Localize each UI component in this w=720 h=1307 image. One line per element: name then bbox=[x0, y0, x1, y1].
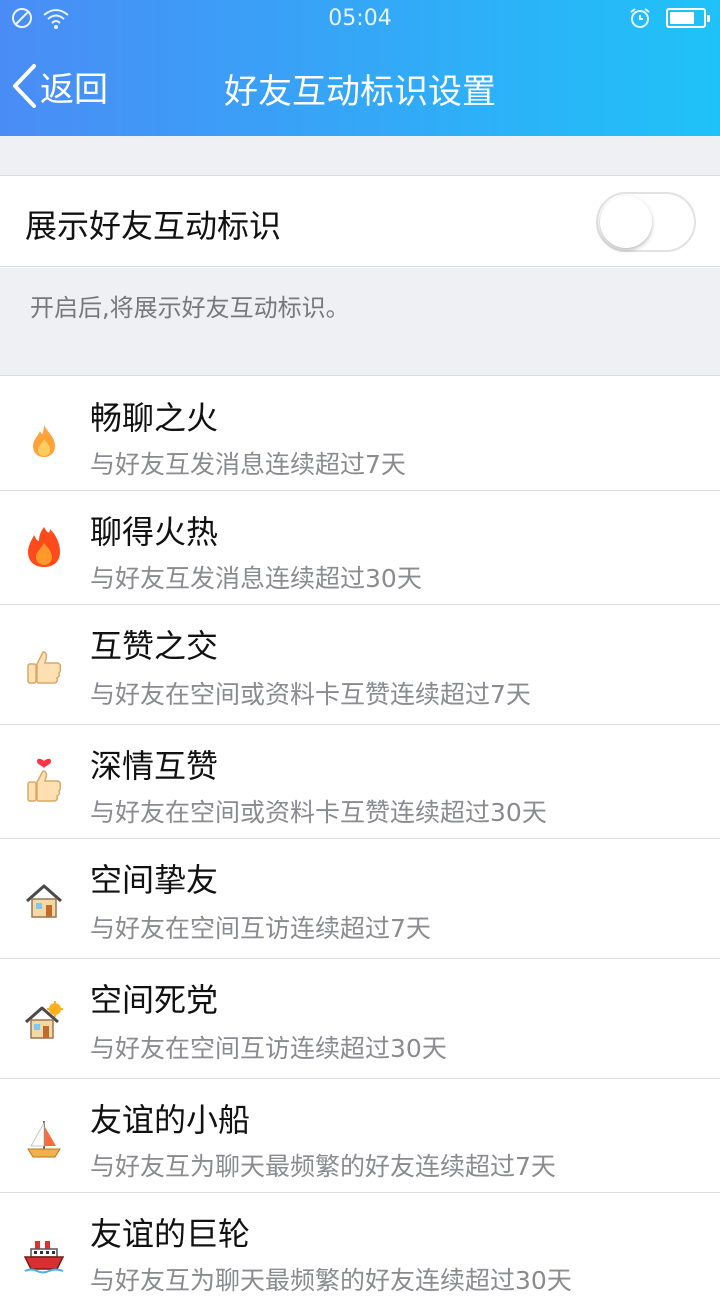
list-item: 畅聊之火 与好友互发消息连续超过7天 bbox=[0, 377, 720, 491]
status-bar: 05:04 bbox=[0, 0, 720, 40]
heart-thumbs-up-icon bbox=[22, 758, 66, 803]
battery-level bbox=[670, 12, 694, 24]
status-right-icons bbox=[628, 6, 710, 30]
item-subtitle: 与好友互发消息连续超过30天 bbox=[90, 564, 422, 593]
section-gap bbox=[0, 136, 720, 176]
list-item: 互赞之交 与好友在空间或资料卡互赞连续超过7天 bbox=[0, 605, 720, 725]
item-title: 深情互赞 bbox=[90, 747, 219, 785]
item-title: 友谊的小船 bbox=[90, 1101, 251, 1139]
item-title: 畅聊之火 bbox=[90, 399, 219, 437]
item-subtitle: 与好友互为聊天最频繁的好友连续超过30天 bbox=[90, 1266, 572, 1295]
list-item: 空间挚友 与好友在空间互访连续超过7天 bbox=[0, 839, 720, 959]
list-item: 聊得火热 与好友互发消息连续超过30天 bbox=[0, 491, 720, 605]
description-text: 开启后,将展示好友互动标识。 bbox=[30, 294, 350, 322]
show-interaction-marks-row: 展示好友互动标识 bbox=[0, 177, 720, 267]
toggle-label: 展示好友互动标识 bbox=[25, 207, 282, 245]
nav-bar: 返回 好友互动标识设置 bbox=[0, 40, 720, 136]
item-title: 空间死党 bbox=[90, 981, 219, 1019]
list-item: 空间死党 与好友在空间互访连续超过30天 bbox=[0, 959, 720, 1079]
item-title: 友谊的巨轮 bbox=[90, 1215, 251, 1253]
small-flame-icon bbox=[22, 419, 66, 463]
item-subtitle: 与好友在空间互访连续超过7天 bbox=[90, 914, 431, 943]
ship-icon bbox=[22, 1235, 66, 1279]
app-header: 05:04 返回 好友互动标识设置 bbox=[0, 0, 720, 136]
battery-icon bbox=[666, 8, 710, 28]
item-subtitle: 与好友在空间或资料卡互赞连续超过30天 bbox=[90, 798, 547, 827]
item-subtitle: 与好友互为聊天最频繁的好友连续超过7天 bbox=[90, 1152, 556, 1181]
list-item: 友谊的小船 与好友互为聊天最频繁的好友连续超过7天 bbox=[0, 1079, 720, 1193]
thumbs-up-icon bbox=[22, 645, 66, 689]
description-band: 开启后,将展示好友互动标识。 bbox=[0, 268, 720, 376]
item-title: 聊得火热 bbox=[90, 513, 219, 551]
switch-knob bbox=[600, 196, 652, 248]
big-flame-icon bbox=[22, 525, 66, 569]
status-time: 05:04 bbox=[328, 6, 392, 31]
item-title: 互赞之交 bbox=[90, 627, 219, 665]
item-subtitle: 与好友在空间或资料卡互赞连续超过7天 bbox=[90, 680, 531, 709]
page-title: 好友互动标识设置 bbox=[224, 72, 496, 112]
house-sun-icon bbox=[22, 999, 66, 1043]
sailboat-icon bbox=[22, 1117, 66, 1161]
item-subtitle: 与好友在空间互访连续超过30天 bbox=[90, 1034, 447, 1063]
house-icon bbox=[22, 879, 66, 923]
list-item: 深情互赞 与好友在空间或资料卡互赞连续超过30天 bbox=[0, 725, 720, 839]
item-subtitle: 与好友互发消息连续超过7天 bbox=[90, 450, 406, 479]
alarm-icon bbox=[630, 8, 650, 28]
show-marks-switch[interactable] bbox=[596, 192, 696, 252]
list-item: 友谊的巨轮 与好友互为聊天最频繁的好友连续超过30天 bbox=[0, 1193, 720, 1307]
item-title: 空间挚友 bbox=[90, 861, 219, 899]
badge-list: 畅聊之火 与好友互发消息连续超过7天 聊得火热 与好友互发消息连续超过30天 互… bbox=[0, 377, 720, 1307]
